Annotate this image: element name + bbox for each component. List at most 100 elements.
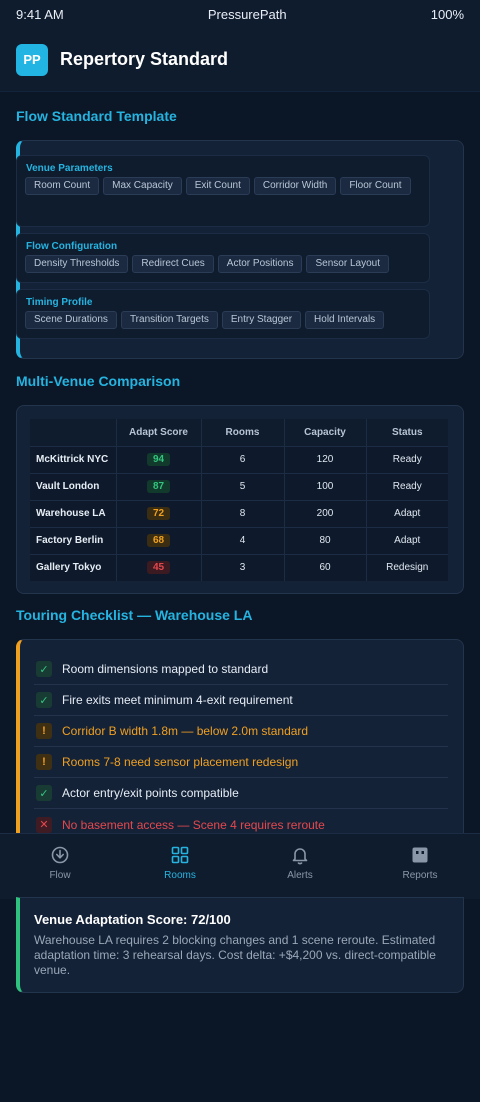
group-title: Venue Parameters [26,163,113,174]
chip-sensor-layout[interactable]: Sensor Layout [306,255,389,273]
nav-item-reports[interactable]: Reports [360,834,480,899]
table-row[interactable]: Vault London 87 5 100 Ready [30,472,448,500]
status-battery: 100% [430,6,464,22]
capacity-cell: 60 [284,553,367,581]
checklist-item-text: Fire exits meet minimum 4-exit requireme… [62,693,293,707]
capacity-cell: 80 [284,526,367,554]
chip-density-thresholds[interactable]: Density Thresholds [25,255,129,273]
section-title-checklist: Touring Checklist — Warehouse LA [16,607,253,623]
check-icon[interactable]: ✓ [36,692,52,708]
chip-transition-targets[interactable]: Transition Targets [120,311,218,329]
grid-icon [171,846,189,864]
page-title: Repertory Standard [60,49,229,69]
check-icon[interactable]: ✓ [36,785,52,801]
nav-label: Alerts [287,870,313,881]
status-bar: 9:41 AM PressurePath 100% [0,0,480,28]
section-title-template: Flow Standard Template [16,108,177,124]
report-icon [412,847,428,863]
chip-exit-count[interactable]: Exit Count [185,177,250,195]
table-row[interactable]: Warehouse LA 72 8 200 Adapt [30,499,448,527]
template-group-timing-profile: Timing Profile Scene Durations Transitio… [16,289,430,339]
venue-name: Warehouse LA [30,499,117,527]
template-group-venue-parameters: Venue Parameters Room Count Max Capacity… [16,155,430,227]
rooms-cell: 8 [201,499,285,527]
capacity-cell: 120 [284,445,367,473]
nav-label: Flow [49,870,71,881]
status-cell: Redesign [366,553,448,581]
status-cell: Ready [366,472,448,500]
capacity-cell: 100 [284,472,367,500]
app-header: PP Repertory Standard [0,28,480,92]
bell-icon [292,848,308,865]
checklist-item[interactable]: ✓ Fire exits meet minimum 4-exit require… [34,685,448,716]
venue-name: Factory Berlin [30,526,117,554]
venue-name: Vault London [30,472,117,500]
chip-room-count[interactable]: Room Count [25,177,100,195]
venue-comparison-table: Adapt Score Rooms Capacity Status McKitt… [30,419,448,581]
checklist-item-text: No basement access — Scene 4 requires re… [62,817,325,832]
table-row[interactable]: Factory Berlin 68 4 80 Adapt [30,526,448,554]
chip-actor-positions[interactable]: Actor Positions [217,255,303,273]
chip-corridor-width[interactable]: Corridor Width [253,177,337,195]
checklist-item-text: Corridor B width 1.8m — below 2.0m stand… [62,724,309,738]
column-header-status[interactable]: Status [366,419,448,446]
column-header-rooms[interactable]: Rooms [201,419,285,446]
warning-icon[interactable]: ! [36,723,52,739]
adapt-score-badge: 72 [146,507,171,520]
rooms-cell: 4 [201,526,285,554]
adapt-score-badge: 87 [146,480,171,493]
checklist-item[interactable]: ✓ Actor entry/exit points compatible [34,778,448,809]
adapt-score-badge: 45 [146,561,171,575]
capacity-cell: 200 [284,499,367,527]
nav-label: Rooms [164,870,196,881]
app-logo: PP [16,43,48,76]
checklist-item-text: Room dimensions mapped to standard [62,662,269,676]
checklist-item[interactable]: ! Corridor B width 1.8m — below 2.0m sta… [34,716,448,747]
chip-scene-durations[interactable]: Scene Durations [25,311,117,329]
status-cell: Adapt [366,526,448,554]
status-time: 9:41 AM [16,6,64,22]
chip-floor-count[interactable]: Floor Count [340,177,411,195]
status-cell: Adapt [366,499,448,527]
checklist-item[interactable]: ✓ Room dimensions mapped to standard [34,654,448,685]
error-icon[interactable]: ✕ [36,816,52,833]
chip-hold-intervals[interactable]: Hold Intervals [305,311,385,329]
chip-entry-stagger[interactable]: Entry Stagger [221,311,302,329]
checklist: ✓ Room dimensions mapped to standard ✓ F… [34,654,448,840]
venue-name: McKittrick NYC [30,445,117,473]
checklist-item-text: Actor entry/exit points compatible [62,786,239,800]
chip-max-capacity[interactable]: Max Capacity [103,177,182,195]
chip-redirect-cues[interactable]: Redirect Cues [132,255,214,273]
column-header-capacity[interactable]: Capacity [284,419,367,446]
status-cell: Ready [366,445,448,473]
column-header-venue [30,419,117,446]
table-row[interactable]: McKittrick NYC 94 6 120 Ready [30,445,448,473]
flow-icon [51,846,69,864]
adapt-score-badge: 68 [146,534,171,547]
bottom-nav: Flow Rooms Alerts Reports [0,833,480,899]
adaptation-summary-card: Venue Adaptation Score: 72/100 Warehouse… [16,897,464,993]
table-header-row: Adapt Score Rooms Capacity Status [30,419,448,446]
nav-item-alerts[interactable]: Alerts [240,834,360,899]
warning-icon[interactable]: ! [36,754,52,770]
rooms-cell: 5 [201,472,285,500]
check-icon[interactable]: ✓ [36,661,52,677]
status-app-name: PressurePath [207,6,287,22]
adaptation-score-title: Venue Adaptation Score: 72/100 [34,912,231,927]
nav-item-rooms[interactable]: Rooms [120,834,240,899]
group-title: Flow Configuration [26,241,118,252]
column-header-adapt-score[interactable]: Adapt Score [116,419,202,446]
table-row[interactable]: Gallery Tokyo 45 3 60 Redesign [30,553,448,581]
nav-item-flow[interactable]: Flow [0,834,120,899]
template-group-flow-configuration: Flow Configuration Density Thresholds Re… [16,233,430,283]
nav-label: Reports [402,870,438,881]
adaptation-summary-text: Warehouse LA requires 2 blocking changes… [34,933,436,977]
adapt-score-badge: 94 [146,453,171,466]
checklist-item[interactable]: ! Rooms 7-8 need sensor placement redesi… [34,747,448,778]
group-title: Timing Profile [26,297,93,308]
rooms-cell: 6 [201,445,285,473]
section-title-comparison: Multi-Venue Comparison [16,373,181,389]
venue-name: Gallery Tokyo [30,553,117,581]
checklist-item-text: Rooms 7-8 need sensor placement redesign [62,755,299,769]
rooms-cell: 3 [201,553,285,581]
